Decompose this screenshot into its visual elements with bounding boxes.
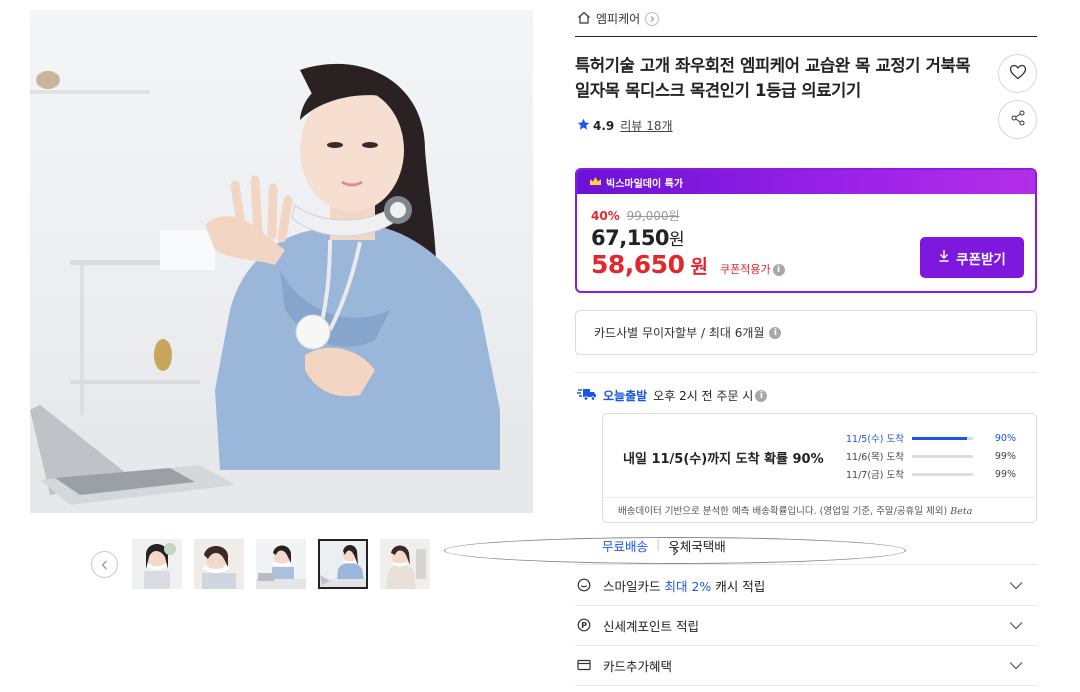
benefit-text: 스마일카드 bbox=[603, 578, 665, 594]
rating-summary: 4.9 리뷰 18개 bbox=[577, 117, 673, 134]
separator: | bbox=[656, 536, 661, 551]
benefit-label: 신세계포인트 적립 bbox=[603, 616, 699, 635]
share-button[interactable] bbox=[998, 100, 1037, 139]
share-icon bbox=[1010, 110, 1026, 130]
delivery-date: 11/7(금) 도착 bbox=[846, 470, 904, 481]
coupon-download-button[interactable]: 쿠폰받기 bbox=[920, 237, 1024, 278]
benefit-label: 스마일카드 최대 2% 캐시 적립 bbox=[603, 576, 765, 595]
discount-row: 40% 99,000원 bbox=[591, 207, 680, 224]
chevron-right-icon bbox=[645, 11, 660, 26]
coupon-button-label: 쿠폰받기 bbox=[956, 251, 1006, 268]
benefit-highlight: 최대 2% bbox=[664, 578, 712, 594]
delivery-divider bbox=[603, 497, 1036, 498]
delivery-probability-row: 11/6(목) 도착 99% bbox=[846, 447, 1016, 465]
crown-icon bbox=[589, 175, 602, 189]
deal-banner-text: 빅스마일데이 특가 bbox=[606, 178, 684, 190]
delivery-date: 11/5(수) 도착 bbox=[846, 434, 904, 445]
shipping-method-row: 무료배송 | 우체국택배 bbox=[602, 536, 726, 555]
info-icon[interactable]: i bbox=[769, 326, 782, 339]
sale-price-unit: 원 bbox=[669, 230, 685, 250]
discount-percent: 40% bbox=[591, 209, 620, 223]
beta-label: Beta bbox=[950, 506, 973, 517]
delivery-note: 배송데이터 기반으로 분석한 예측 배송확률입니다. (영업일 기준, 주말/공… bbox=[618, 503, 972, 517]
delivery-headline: 내일 11/5(수)까지 도착 확률 90% bbox=[623, 452, 824, 467]
coupon-price-label-text: 쿠폰적용가 bbox=[719, 263, 771, 276]
delivery-truck-icon bbox=[577, 387, 597, 404]
product-title: 특허기술 고개 좌우회전 엠피케어 교습완 목 교정기 거북목 일자목 목디스크… bbox=[575, 56, 971, 100]
chevron-left-icon[interactable] bbox=[91, 551, 118, 578]
point-icon: P bbox=[577, 618, 599, 632]
info-icon[interactable]: i bbox=[755, 389, 768, 402]
thumbnail-1[interactable] bbox=[132, 539, 182, 589]
product-photo bbox=[30, 63, 533, 513]
home-icon bbox=[577, 11, 591, 27]
free-shipping-label: 무료배송 bbox=[602, 539, 649, 554]
thumbnail-strip bbox=[90, 537, 906, 593]
original-price: 99,000원 bbox=[626, 209, 680, 223]
brand-name: 엠피케어 bbox=[596, 12, 641, 26]
section-divider bbox=[575, 372, 1037, 373]
download-icon bbox=[938, 249, 950, 266]
probability-bar bbox=[912, 472, 973, 476]
section-divider bbox=[575, 685, 1037, 686]
benefit-smile-card[interactable]: 스마일카드 최대 2% 캐시 적립 bbox=[575, 565, 1037, 605]
thumbnail-2[interactable] bbox=[194, 539, 244, 589]
delivery-probability: 99% bbox=[994, 468, 1016, 480]
star-icon bbox=[577, 118, 590, 134]
delivery-probability-row: 11/5(수) 도착 90% bbox=[846, 429, 1016, 447]
probability-bar-fill bbox=[912, 454, 973, 458]
chevron-down-icon bbox=[1009, 578, 1023, 593]
delivery-estimate-box: 내일 11/5(수)까지 도착 확률 90% 11/5(수) 도착 90% 11/6… bbox=[602, 413, 1037, 523]
review-label: 리뷰 bbox=[620, 119, 643, 133]
delivery-probability-list: 11/5(수) 도착 90% 11/6(목) 도착 99% 11/7(금) 도착 99% bbox=[846, 429, 1016, 483]
benefit-card-extra[interactable]: 카드추가혜택 bbox=[575, 645, 1037, 685]
delivery-probability: 99% bbox=[994, 450, 1016, 462]
delivery-date: 11/6(목) 도착 bbox=[846, 452, 904, 463]
benefit-suffix: 캐시 적립 bbox=[711, 578, 766, 594]
sale-price-value: 67,150 bbox=[591, 226, 670, 250]
brand-divider bbox=[575, 36, 1037, 37]
special-deal-box: 빅스마일데이 특가 40% 99,000원 67,150원 58,650 원 쿠폰… bbox=[575, 168, 1037, 293]
thumbnail-5[interactable] bbox=[380, 539, 430, 589]
coupon-price-value: 58,650 bbox=[591, 250, 685, 279]
today-shipping-row: 오늘출발 오후 2시 전 주문 시 i bbox=[577, 387, 768, 404]
heart-icon bbox=[1009, 64, 1027, 84]
brand-link[interactable]: 엠피케어 bbox=[577, 10, 660, 27]
chevron-down-icon bbox=[1009, 618, 1023, 633]
delivery-note-text: 배송데이터 기반으로 분석한 예측 배송확률입니다. (영업일 기준, 주말/공… bbox=[618, 506, 948, 517]
coupon-price-row: 58,650 원 쿠폰적용가 i bbox=[591, 250, 785, 279]
review-count: 18개 bbox=[646, 119, 673, 133]
probability-bar-fill bbox=[912, 436, 967, 440]
delivery-probability: 90% bbox=[994, 432, 1016, 444]
wishlist-button[interactable] bbox=[998, 54, 1037, 93]
review-link[interactable]: 리뷰 18개 bbox=[620, 117, 672, 134]
thumbnail-3[interactable] bbox=[256, 539, 306, 589]
chevron-down-icon bbox=[1009, 658, 1023, 673]
coupon-price-label: 쿠폰적용가 i bbox=[720, 261, 785, 277]
sale-price: 67,150원 bbox=[591, 225, 685, 250]
installment-text: 카드사별 무이자할부 / 최대 6개월 bbox=[594, 326, 765, 340]
probability-bar-fill bbox=[912, 472, 973, 476]
benefit-text: 신세계포인트 적립 bbox=[603, 618, 699, 634]
delivery-probability-row: 11/7(금) 도착 99% bbox=[846, 465, 1016, 483]
smile-card-icon bbox=[577, 578, 599, 592]
card-icon bbox=[577, 659, 599, 671]
thumbnail-4[interactable] bbox=[318, 539, 368, 589]
coupon-price-unit: 원 bbox=[690, 256, 708, 278]
main-product-image[interactable] bbox=[30, 10, 533, 513]
rating-score: 4.9 bbox=[593, 118, 615, 133]
today-shipping-badge: 오늘출발 bbox=[603, 389, 648, 403]
benefit-label: 카드추가혜택 bbox=[603, 656, 672, 675]
benefit-text: 카드추가혜택 bbox=[603, 658, 673, 674]
benefit-shinsegae-point[interactable]: P 신세계포인트 적립 bbox=[575, 605, 1037, 645]
shipping-cutoff: 오후 2시 전 주문 시 bbox=[653, 389, 754, 403]
svg-text:P: P bbox=[581, 621, 587, 630]
deal-banner: 빅스마일데이 특가 bbox=[577, 170, 1035, 194]
probability-bar bbox=[912, 436, 973, 440]
carrier-name: 우체국택배 bbox=[668, 539, 726, 554]
info-icon[interactable]: i bbox=[772, 264, 785, 276]
probability-bar bbox=[912, 454, 973, 458]
installment-info[interactable]: 카드사별 무이자할부 / 최대 6개월 i bbox=[575, 310, 1037, 355]
